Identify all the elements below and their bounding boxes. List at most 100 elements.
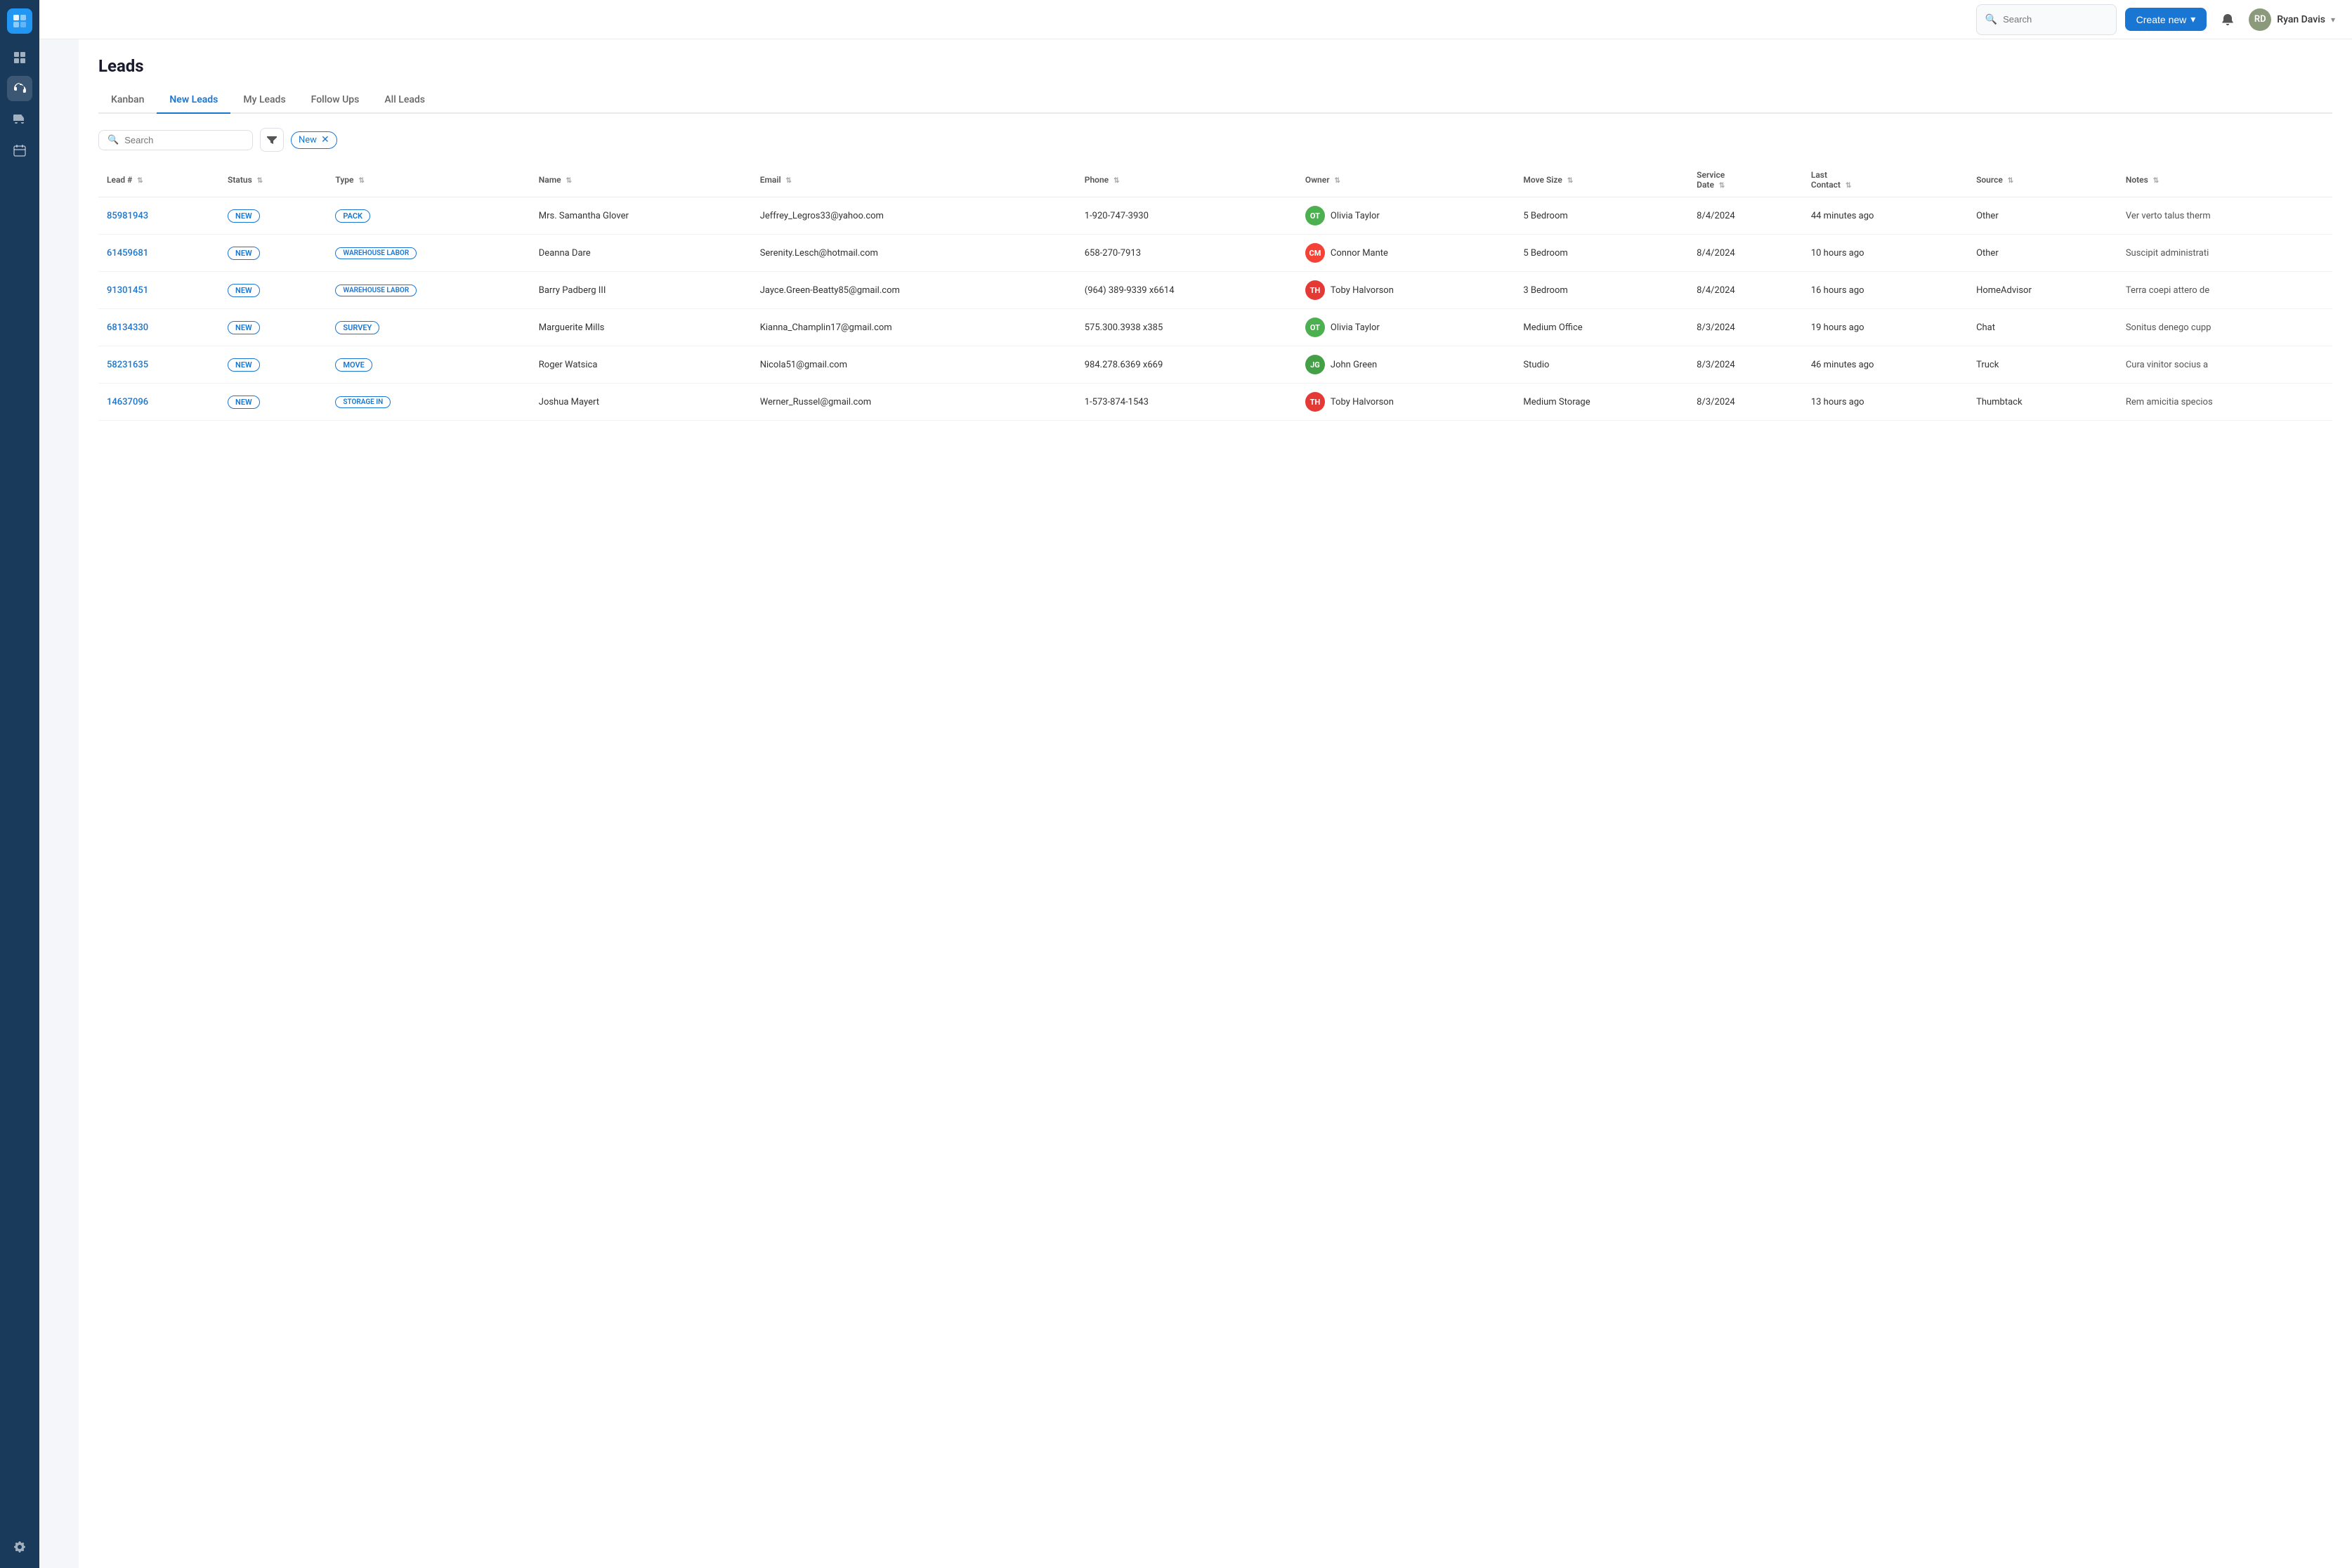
col-service-date[interactable]: Service Date ⇅ — [1688, 163, 1803, 197]
cell-service-date-5: 8/3/2024 — [1688, 384, 1803, 421]
cell-owner-1: CM Connor Mante — [1297, 235, 1515, 272]
filter-options-button[interactable] — [260, 128, 284, 152]
type-badge-4: MOVE — [335, 358, 372, 372]
filter-search-input[interactable] — [124, 135, 248, 145]
col-notes[interactable]: Notes ⇅ — [2117, 163, 2332, 197]
cell-owner-2: TH Toby Halvorson — [1297, 272, 1515, 309]
tab-my-leads[interactable]: My Leads — [230, 87, 298, 114]
filter-tag-close[interactable]: ✕ — [321, 135, 329, 145]
cell-notes-4: Cura vinitor socius a — [2117, 346, 2332, 384]
col-status[interactable]: Status ⇅ — [219, 163, 327, 197]
user-menu-chevron: ▾ — [2331, 15, 2335, 25]
lead-link-1[interactable]: 61459681 — [107, 248, 148, 259]
col-lead-num[interactable]: Lead # ⇅ — [98, 163, 219, 197]
cell-type-5: STORAGE IN — [327, 384, 530, 421]
sort-phone-icon: ⇅ — [1113, 177, 1119, 185]
lead-link-4[interactable]: 58231635 — [107, 360, 148, 370]
user-avatar-initials: RD — [2254, 14, 2266, 25]
cell-last-contact-3: 19 hours ago — [1803, 309, 1968, 346]
sort-type-icon: ⇅ — [358, 177, 364, 185]
filter-tag-new[interactable]: New ✕ — [291, 131, 337, 149]
type-badge-3: SURVEY — [335, 321, 379, 334]
tab-follow-ups[interactable]: Follow Ups — [299, 87, 372, 114]
global-search-input[interactable] — [2003, 14, 2126, 25]
status-badge-0: NEW — [228, 209, 260, 223]
col-name[interactable]: Name ⇅ — [530, 163, 752, 197]
table-header: Lead # ⇅ Status ⇅ Type ⇅ Name ⇅ — [98, 163, 2332, 197]
sidebar-icon-headset[interactable] — [7, 76, 32, 101]
sidebar-icon-gear[interactable] — [7, 1534, 32, 1560]
global-search-box[interactable]: 🔍 Ctrl + K — [1976, 4, 2117, 35]
table-row: 58231635 NEW MOVE Roger Watsica Nicola51… — [98, 346, 2332, 384]
owner-avatar-3: OT — [1305, 318, 1325, 337]
cell-source-2: HomeAdvisor — [1968, 272, 2117, 309]
cell-phone-1: 658-270-7913 — [1076, 235, 1297, 272]
create-new-button[interactable]: Create new ▾ — [2125, 8, 2207, 31]
lead-link-3[interactable]: 68134330 — [107, 322, 148, 333]
cell-notes-3: Sonitus denego cupp — [2117, 309, 2332, 346]
cell-notes-0: Ver verto talus therm — [2117, 197, 2332, 235]
cell-last-contact-4: 46 minutes ago — [1803, 346, 1968, 384]
col-phone[interactable]: Phone ⇅ — [1076, 163, 1297, 197]
sidebar-logo[interactable] — [7, 8, 32, 34]
lead-link-5[interactable]: 14637096 — [107, 397, 148, 407]
cell-notes-1: Suscipit administrati — [2117, 235, 2332, 272]
owner-avatar-2: TH — [1305, 280, 1325, 300]
col-type[interactable]: Type ⇅ — [327, 163, 530, 197]
filter-search-box[interactable]: 🔍 — [98, 130, 253, 150]
sidebar-icon-calendar[interactable] — [7, 138, 32, 163]
user-menu[interactable]: RD Ryan Davis ▾ — [2249, 8, 2335, 31]
status-badge-4: NEW — [228, 358, 260, 372]
owner-avatar-5: TH — [1305, 392, 1325, 412]
notifications-bell[interactable] — [2215, 7, 2240, 32]
cell-lead-num-2: 91301451 — [98, 272, 219, 309]
owner-avatar-0: OT — [1305, 206, 1325, 226]
cell-name-5: Joshua Mayert — [530, 384, 752, 421]
user-name: Ryan Davis — [2277, 14, 2325, 25]
owner-name-1: Connor Mante — [1331, 248, 1388, 259]
sidebar-icon-truck[interactable] — [7, 107, 32, 132]
lead-link-0[interactable]: 85981943 — [107, 211, 148, 221]
cell-service-date-3: 8/3/2024 — [1688, 309, 1803, 346]
search-icon: 🔍 — [1985, 14, 1997, 25]
col-move-size[interactable]: Move Size ⇅ — [1515, 163, 1688, 197]
cell-source-5: Thumbtack — [1968, 384, 2117, 421]
status-badge-1: NEW — [228, 247, 260, 260]
sidebar-icon-grid[interactable] — [7, 45, 32, 70]
col-owner[interactable]: Owner ⇅ — [1297, 163, 1515, 197]
owner-name-0: Olivia Taylor — [1331, 211, 1380, 221]
cell-service-date-0: 8/4/2024 — [1688, 197, 1803, 235]
tab-kanban[interactable]: Kanban — [98, 87, 157, 114]
cell-type-4: MOVE — [327, 346, 530, 384]
col-source[interactable]: Source ⇅ — [1968, 163, 2117, 197]
cell-move-size-3: Medium Office — [1515, 309, 1688, 346]
cell-last-contact-0: 44 minutes ago — [1803, 197, 1968, 235]
lead-link-2[interactable]: 91301451 — [107, 285, 148, 296]
cell-email-4: Nicola51@gmail.com — [752, 346, 1076, 384]
cell-type-2: WAREHOUSE LABOR — [327, 272, 530, 309]
sidebar — [0, 0, 39, 1568]
col-last-contact[interactable]: Last Contact ⇅ — [1803, 163, 1968, 197]
cell-phone-4: 984.278.6369 x669 — [1076, 346, 1297, 384]
cell-email-3: Kianna_Champlin17@gmail.com — [752, 309, 1076, 346]
col-email[interactable]: Email ⇅ — [752, 163, 1076, 197]
cell-name-3: Marguerite Mills — [530, 309, 752, 346]
sort-email-icon: ⇅ — [786, 177, 792, 185]
cell-status-1: NEW — [219, 235, 327, 272]
topbar: 🔍 Ctrl + K Create new ▾ RD Ryan Davis ▾ — [39, 0, 2352, 39]
main-content: Leads Kanban New Leads My Leads Follow U… — [79, 39, 2352, 1568]
tab-all-leads[interactable]: All Leads — [372, 87, 438, 114]
cell-status-5: NEW — [219, 384, 327, 421]
cell-status-2: NEW — [219, 272, 327, 309]
sort-service-date-icon: ⇅ — [1719, 182, 1725, 190]
cell-email-2: Jayce.Green-Beatty85@gmail.com — [752, 272, 1076, 309]
cell-service-date-4: 8/3/2024 — [1688, 346, 1803, 384]
sort-status-icon: ⇅ — [257, 177, 263, 185]
sort-owner-icon: ⇅ — [1335, 177, 1340, 185]
tab-new-leads[interactable]: New Leads — [157, 87, 230, 114]
cell-last-contact-2: 16 hours ago — [1803, 272, 1968, 309]
status-badge-3: NEW — [228, 321, 260, 334]
filter-tag-label: New — [299, 135, 317, 145]
cell-service-date-1: 8/4/2024 — [1688, 235, 1803, 272]
cell-lead-num-5: 14637096 — [98, 384, 219, 421]
